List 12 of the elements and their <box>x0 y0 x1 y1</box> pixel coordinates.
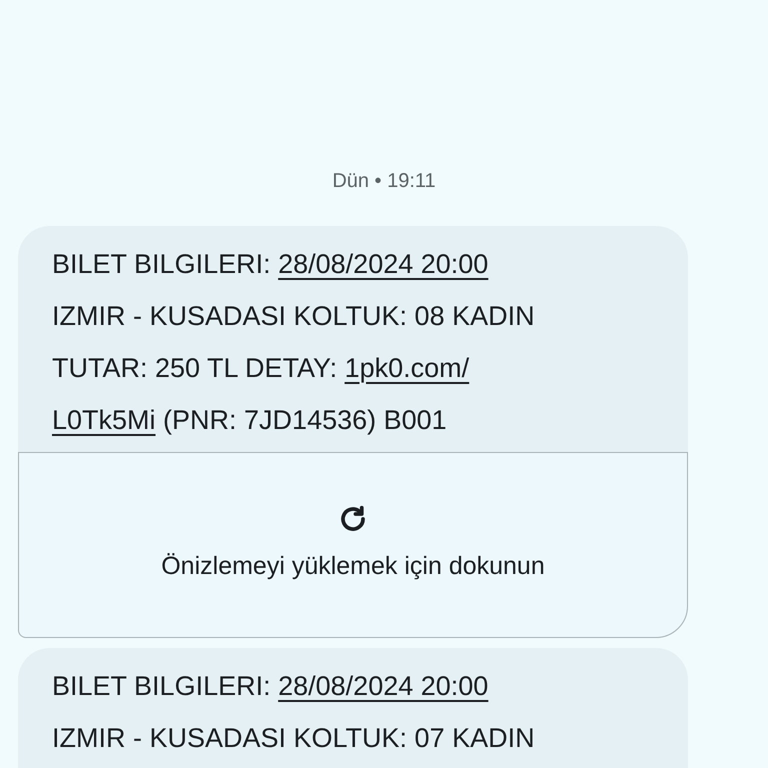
message-link[interactable]: 1pk0.com/ <box>344 353 470 383</box>
message-link[interactable]: 28/08/2024 20:00 <box>278 671 488 701</box>
message-text: BILET BILGILERI: 28/08/2024 20:00 <box>52 670 490 703</box>
message-text: IZMIR - KUSADASI KOLTUK: 07 KADIN <box>52 722 536 755</box>
message-text: TUTAR: 250 TL DETAY: 1pk0.com/ <box>52 352 470 385</box>
link-preview-card[interactable]: Önizlemeyi yüklemek için dokunun <box>18 452 688 638</box>
message-link[interactable]: L0Tk5Mi <box>52 405 156 435</box>
message-link[interactable]: 28/08/2024 20:00 <box>278 249 488 279</box>
message-text: L0Tk5Mi (PNR: 7JD14536) B001 <box>52 404 448 437</box>
message-text: BILET BILGILERI: 28/08/2024 20:00 <box>52 248 490 281</box>
message-timestamp: Dün • 19:11 <box>332 169 436 194</box>
message-text: IZMIR - KUSADASI KOLTUK: 08 KADIN <box>52 300 536 333</box>
